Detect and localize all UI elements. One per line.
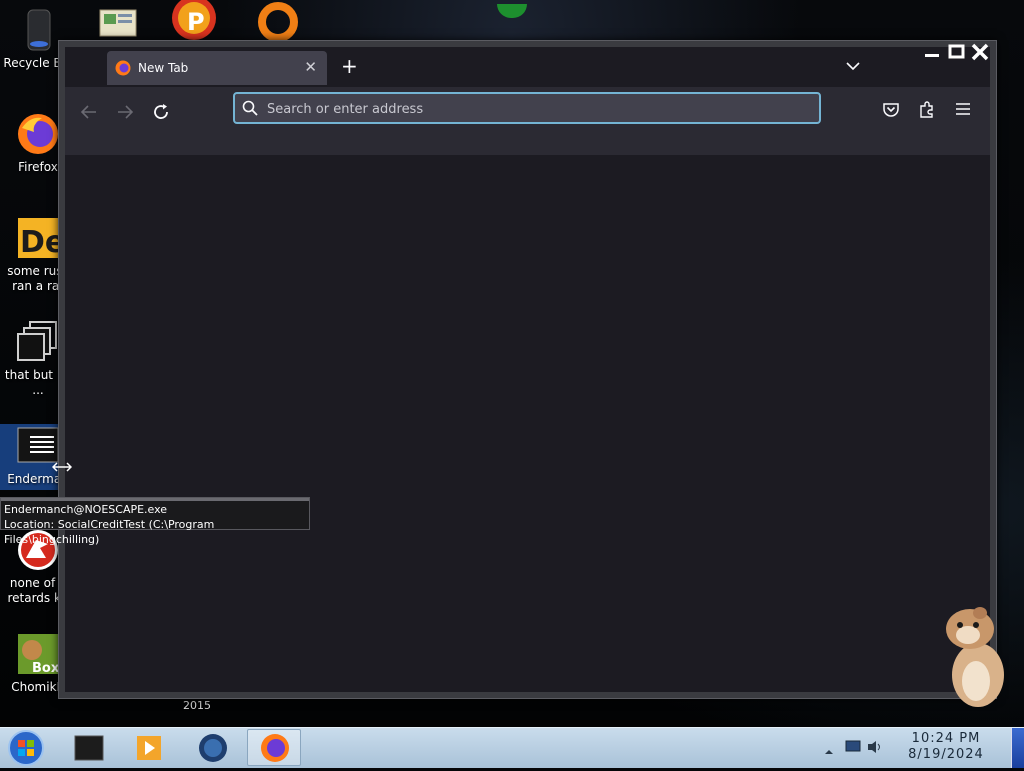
tab-title: New Tab bbox=[138, 61, 189, 75]
taskbar-clock[interactable]: 10:24 PM 8/19/2024 bbox=[896, 731, 996, 763]
hamster-box-icon: Box bbox=[16, 632, 60, 676]
mail-app-icon[interactable] bbox=[96, 0, 140, 40]
navigation-toolbar bbox=[65, 87, 990, 155]
year-label: 2015 bbox=[183, 699, 211, 712]
taskbar-globe-icon[interactable] bbox=[186, 729, 240, 766]
extensions-puzzle-icon[interactable] bbox=[917, 99, 937, 119]
address-input[interactable] bbox=[265, 94, 809, 124]
hamster-sticker-icon bbox=[940, 605, 1010, 710]
tooltip-location: Location: SocialCreditTest (C:\Program F… bbox=[4, 518, 215, 546]
file-tooltip: Endermanch@NOESCAPE.exe Location: Social… bbox=[0, 497, 310, 546]
pp-app-icon[interactable]: P bbox=[172, 0, 216, 40]
start-orb-icon[interactable] bbox=[6, 729, 46, 767]
firefox-favicon-icon bbox=[115, 60, 131, 76]
firefox-icon bbox=[16, 112, 60, 156]
show-desktop-button[interactable] bbox=[1011, 728, 1024, 768]
volume-icon[interactable] bbox=[866, 739, 884, 759]
tab-close-icon[interactable]: ✕ bbox=[304, 58, 317, 76]
menu-hamburger-icon[interactable] bbox=[953, 99, 973, 119]
copy-windows-icon bbox=[16, 320, 60, 364]
recycle-bin-icon bbox=[16, 8, 60, 52]
clock-date: 8/19/2024 bbox=[908, 747, 984, 762]
close-window-icon[interactable] bbox=[970, 43, 990, 61]
new-tab-page[interactable] bbox=[65, 155, 990, 692]
pocket-icon[interactable] bbox=[881, 99, 901, 119]
list-all-tabs-chevron-icon[interactable] bbox=[845, 58, 861, 74]
taskbar-app-console-icon[interactable] bbox=[62, 729, 116, 766]
svg-text:P: P bbox=[187, 8, 205, 36]
de-app-icon: De bbox=[16, 216, 65, 260]
taskbar: 10:24 PM 8/19/2024 bbox=[0, 727, 1024, 768]
clock-time: 10:24 PM bbox=[911, 731, 981, 746]
forward-arrow-icon[interactable] bbox=[113, 100, 137, 124]
maximize-icon[interactable] bbox=[946, 43, 966, 61]
svg-text:De: De bbox=[20, 225, 60, 260]
address-bar[interactable] bbox=[233, 92, 821, 124]
tab-new-tab[interactable]: New Tab ✕ bbox=[107, 51, 327, 85]
taskbar-media-player-icon[interactable] bbox=[122, 729, 176, 766]
tooltip-top-bar bbox=[1, 498, 309, 501]
taskbar-firefox-icon[interactable] bbox=[247, 729, 301, 766]
browser-titlebar[interactable]: New Tab ✕ + bbox=[65, 47, 990, 87]
firefox-window[interactable]: New Tab ✕ + bbox=[58, 40, 997, 699]
tray-expand-icon[interactable] bbox=[824, 742, 834, 761]
minimize-icon[interactable] bbox=[922, 43, 942, 61]
back-arrow-icon[interactable] bbox=[77, 100, 101, 124]
reload-icon[interactable] bbox=[149, 100, 173, 124]
resize-cursor-icon bbox=[51, 458, 73, 472]
new-tab-plus-icon[interactable]: + bbox=[341, 54, 358, 78]
search-icon bbox=[242, 100, 258, 116]
ring-app-icon[interactable] bbox=[258, 0, 302, 42]
svg-text:Box: Box bbox=[32, 661, 60, 676]
tooltip-filename: Endermanch@NOESCAPE.exe bbox=[4, 503, 168, 516]
network-icon[interactable] bbox=[844, 739, 862, 759]
